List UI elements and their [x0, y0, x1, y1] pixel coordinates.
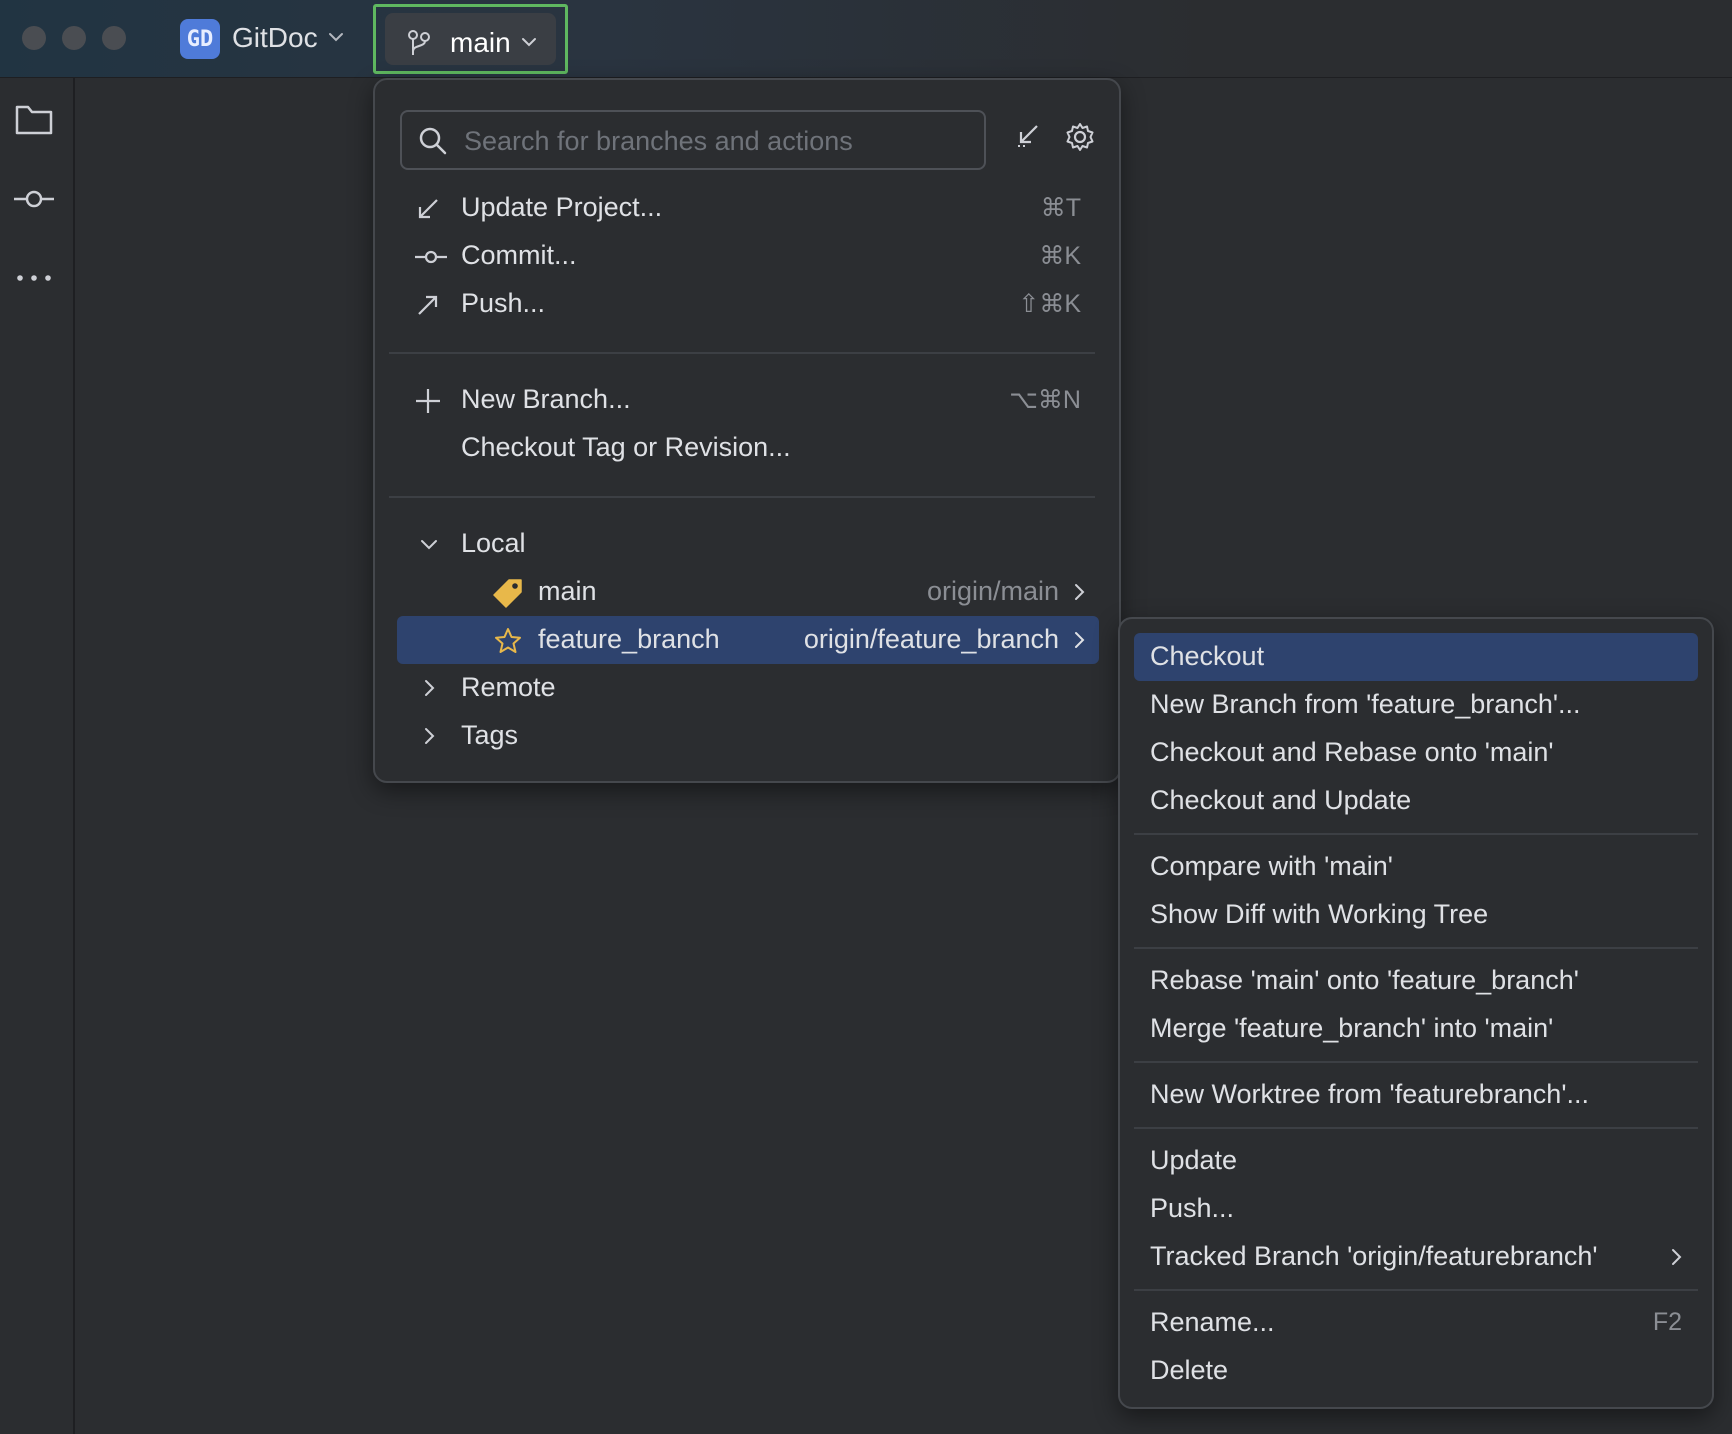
project-name: GitDoc: [232, 22, 318, 53]
submenu-item-label: Checkout and Rebase onto 'main': [1150, 737, 1554, 767]
submenu-item-label: Tracked Branch 'origin/featurebranch': [1150, 1241, 1598, 1271]
tree-group-label: Tags: [461, 720, 519, 750]
chevron-down-icon: [421, 540, 437, 550]
submenu-item-show-diff[interactable]: Show Diff with Working Tree: [1134, 891, 1698, 939]
branch-actions-submenu: Checkout New Branch from 'feature_branch…: [1118, 617, 1714, 1409]
submenu-item-shortcut: F2: [1652, 1308, 1682, 1336]
submenu-item-label: Rename...: [1150, 1307, 1275, 1337]
menu-item-new-branch[interactable]: New Branch... ⌥⌘N: [375, 376, 1119, 424]
menu-item-commit[interactable]: Commit... ⌘K: [375, 232, 1119, 280]
branch-selector[interactable]: main: [373, 4, 568, 74]
commit-icon: [415, 250, 447, 264]
submenu-item-label: Merge 'feature_branch' into 'main': [1150, 1013, 1554, 1043]
submenu-item-rename[interactable]: Rename... F2: [1134, 1299, 1698, 1347]
submenu-item-label: Show Diff with Working Tree: [1150, 899, 1489, 929]
menu-item-checkout-tag[interactable]: Checkout Tag or Revision...: [375, 424, 1119, 472]
chevron-right-icon: [1075, 632, 1085, 648]
submenu-item-checkout[interactable]: Checkout: [1134, 633, 1698, 681]
project-badge: GD: [180, 19, 220, 59]
submenu-item-label: Push...: [1150, 1193, 1235, 1223]
menu-item-label: New Branch...: [461, 384, 631, 414]
update-icon[interactable]: [1015, 122, 1041, 148]
tree-group-label: Local: [461, 528, 526, 558]
window-zoom-button[interactable]: [102, 26, 126, 50]
menu-divider: [1134, 1061, 1698, 1063]
window-close-button[interactable]: [22, 26, 46, 50]
git-branches-popup: Search for branches and actions Update P…: [373, 78, 1121, 783]
tree-group-remote[interactable]: Remote: [375, 664, 1119, 712]
tracked-remote-branch: origin/main: [926, 576, 1059, 606]
tree-group-tags[interactable]: Tags: [375, 712, 1119, 760]
branch-name: main: [538, 576, 597, 606]
submenu-item-label: Rebase 'main' onto 'feature_branch': [1150, 965, 1579, 995]
menu-item-update-project[interactable]: Update Project... ⌘T: [375, 184, 1119, 232]
window-minimize-button[interactable]: [62, 26, 86, 50]
submenu-item-label: Delete: [1150, 1355, 1229, 1385]
submenu-item-label: Checkout: [1150, 641, 1265, 671]
chevron-right-icon: [1672, 1249, 1682, 1265]
submenu-item-checkout-rebase[interactable]: Checkout and Rebase onto 'main': [1134, 729, 1698, 777]
menu-item-shortcut: ⌘K: [1039, 242, 1081, 270]
menu-item-label: Update Project...: [461, 192, 663, 222]
menu-divider: [1134, 833, 1698, 835]
search-icon: [419, 127, 447, 155]
chevron-right-icon: [425, 728, 435, 744]
tool-window-bar: [0, 78, 75, 1434]
tree-group-label: Remote: [461, 672, 556, 702]
submenu-item-checkout-update[interactable]: Checkout and Update: [1134, 777, 1698, 825]
menu-item-shortcut: ⌘T: [1040, 194, 1081, 222]
git-branch-icon: [408, 30, 430, 55]
menu-item-label: Push...: [461, 288, 546, 318]
submenu-item-compare[interactable]: Compare with 'main': [1134, 843, 1698, 891]
menu-divider: [1134, 1127, 1698, 1129]
more-icon[interactable]: [14, 268, 54, 288]
submenu-item-label: New Branch from 'feature_branch'...: [1150, 689, 1581, 719]
menu-divider: [389, 352, 1095, 354]
menu-item-label: Checkout Tag or Revision...: [461, 432, 791, 462]
tree-group-local[interactable]: Local: [375, 520, 1119, 568]
submenu-item-new-worktree[interactable]: New Worktree from 'featurebranch'...: [1134, 1071, 1698, 1119]
current-branch-name: main: [450, 27, 511, 58]
commit-icon[interactable]: [14, 184, 54, 214]
menu-divider: [389, 496, 1095, 498]
menu-item-push[interactable]: Push... ⇧⌘K: [375, 280, 1119, 328]
submenu-item-rebase[interactable]: Rebase 'main' onto 'feature_branch': [1134, 957, 1698, 1005]
submenu-item-push[interactable]: Push...: [1134, 1185, 1698, 1233]
folder-icon[interactable]: [14, 102, 54, 138]
search-input[interactable]: Search for branches and actions: [400, 110, 986, 170]
title-bar: GD GitDoc main: [0, 0, 1732, 78]
star-icon[interactable]: [493, 626, 523, 656]
submenu-item-tracked-branch[interactable]: Tracked Branch 'origin/featurebranch': [1134, 1233, 1698, 1281]
chevron-down-icon: [522, 38, 536, 47]
submenu-item-update[interactable]: Update: [1134, 1137, 1698, 1185]
plus-icon: [416, 389, 440, 413]
menu-item-shortcut: ⌥⌘N: [1009, 386, 1081, 414]
tracked-remote-branch: origin/feature_branch: [803, 624, 1059, 654]
submenu-item-delete[interactable]: Delete: [1134, 1347, 1698, 1395]
submenu-item-label: Update: [1150, 1145, 1238, 1175]
submenu-item-merge[interactable]: Merge 'feature_branch' into 'main': [1134, 1005, 1698, 1053]
branch-row-main[interactable]: main origin/main: [397, 568, 1099, 616]
chevron-down-icon: [329, 33, 343, 42]
chevron-right-icon: [425, 680, 435, 696]
branch-name: feature_branch: [538, 624, 720, 654]
search-placeholder: Search for branches and actions: [464, 126, 853, 156]
menu-item-shortcut: ⇧⌘K: [1018, 290, 1081, 318]
menu-divider: [1134, 1289, 1698, 1291]
submenu-item-label: Compare with 'main': [1150, 851, 1393, 881]
update-icon: [418, 199, 438, 219]
chevron-right-icon: [1075, 584, 1085, 600]
submenu-item-new-branch-from[interactable]: New Branch from 'feature_branch'...: [1134, 681, 1698, 729]
submenu-item-label: New Worktree from 'featurebranch'...: [1150, 1079, 1589, 1109]
push-icon: [418, 295, 438, 315]
tag-icon: [493, 579, 522, 608]
menu-divider: [1134, 947, 1698, 949]
menu-item-label: Commit...: [461, 240, 577, 270]
gear-icon[interactable]: [1065, 122, 1095, 152]
branch-row-feature-branch[interactable]: feature_branch origin/feature_branch: [397, 616, 1099, 664]
submenu-item-label: Checkout and Update: [1150, 785, 1412, 815]
